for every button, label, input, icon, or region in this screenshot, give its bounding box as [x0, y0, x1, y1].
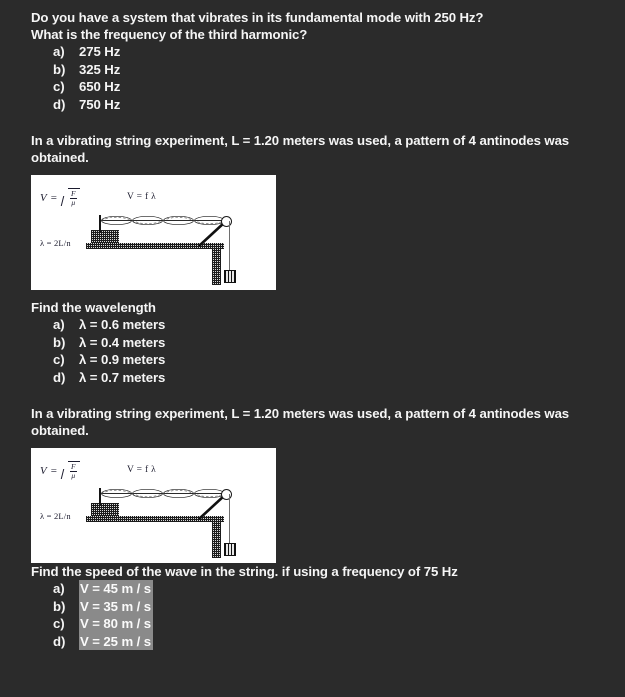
option-text: λ = 0.4 meters	[79, 334, 166, 350]
question-2-prompt-line-1: In a vibrating string experiment, L = 1.…	[31, 133, 570, 148]
option-marker: d)	[53, 96, 66, 112]
option-marker: b)	[53, 61, 66, 77]
option-marker: c)	[53, 79, 65, 94]
option-text: V = 45 m / s	[79, 580, 154, 598]
question-1-prompt-line-1: Do you have a system that vibrates in it…	[31, 10, 484, 25]
formula-v-equals-f-lambda: V = f λ	[127, 192, 157, 202]
option-text: 325 Hz	[79, 61, 121, 77]
square-root-icon: F μ	[61, 188, 80, 207]
formula-v-symbol: V	[40, 464, 47, 477]
question-3-option-d[interactable]: d) V = 25 m / s	[31, 632, 599, 650]
document-content: Do you have a system that vibrates in it…	[31, 9, 599, 650]
option-text: λ = 0.7 meters	[79, 369, 166, 385]
figure-vibrating-string-1: V = F μ V = f λ λ = 2L/n	[31, 175, 276, 290]
option-text: λ = 0.9 meters	[79, 352, 166, 367]
formula-v-symbol: V	[40, 191, 47, 204]
option-text: 750 Hz	[79, 96, 121, 112]
option-text: V = 35 m / s	[79, 597, 154, 615]
option-text: 275 Hz	[79, 44, 121, 59]
hanging-weight	[224, 543, 236, 556]
document-page: Do you have a system that vibrates in it…	[0, 0, 625, 697]
square-root-icon: F μ	[61, 461, 80, 480]
question-3-prompt-line-2: obtained.	[31, 423, 89, 438]
table-leg	[212, 247, 221, 285]
apparatus-drawing	[86, 486, 271, 560]
option-text: λ = 0.6 meters	[79, 317, 166, 332]
question-3-prompt-line-1: In a vibrating string experiment, L = 1.…	[31, 406, 570, 421]
formula-lambda-2l-over-n: λ = 2L/n	[40, 238, 71, 248]
option-marker: c)	[53, 352, 65, 367]
question-2-options: a) λ = 0.6 meters b) λ = 0.4 meters c) λ…	[31, 316, 599, 386]
option-marker: a)	[53, 317, 65, 332]
question-3-option-c[interactable]: c) V = 80 m / s	[31, 615, 599, 633]
hanging-string	[229, 221, 230, 271]
fraction-denominator: μ	[71, 471, 76, 480]
option-text: V = 25 m / s	[79, 632, 154, 650]
radical-tick	[61, 461, 68, 480]
question-1-option-a[interactable]: a) 275 Hz	[31, 43, 599, 61]
question-block-1: Do you have a system that vibrates in it…	[31, 9, 599, 113]
formula-equals-sign: =	[50, 464, 57, 477]
question-1-prompt-line-2: What is the frequency of the third harmo…	[31, 27, 308, 42]
table-leg	[212, 520, 221, 558]
formula-wave-speed-tension: V = F μ	[40, 188, 80, 207]
hanging-weight	[224, 270, 236, 283]
option-marker: a)	[53, 581, 65, 596]
question-1-options: a) 275 Hz b) 325 Hz c) 650 Hz d) 750 Hz	[31, 43, 599, 113]
question-2-option-b[interactable]: b) λ = 0.4 meters	[31, 334, 599, 352]
figure-vibrating-string-2: V = F μ V = f λ λ = 2L/n	[31, 448, 276, 563]
question-block-3: In a vibrating string experiment, L = 1.…	[31, 405, 599, 650]
fraction: F μ	[67, 461, 80, 480]
option-marker: c)	[53, 616, 65, 631]
option-text: 650 Hz	[79, 79, 121, 94]
option-marker: b)	[53, 598, 66, 614]
option-marker: d)	[53, 369, 66, 385]
option-marker: d)	[53, 633, 66, 649]
vibrator-block	[91, 503, 119, 516]
formula-lambda-2l-over-n: λ = 2L/n	[40, 511, 71, 521]
question-2-prompt-line-2: obtained.	[31, 150, 89, 165]
question-3-options: a) V = 45 m / s b) V = 35 m / s c) V = 8…	[31, 580, 599, 650]
question-3-option-a[interactable]: a) V = 45 m / s	[31, 580, 599, 598]
apparatus-drawing	[86, 213, 271, 287]
pulley	[221, 489, 232, 500]
option-marker: a)	[53, 44, 65, 59]
question-3-instruction: Find the speed of the wave in the string…	[31, 564, 458, 579]
question-3-option-b[interactable]: b) V = 35 m / s	[31, 597, 599, 615]
question-block-2: In a vibrating string experiment, L = 1.…	[31, 132, 599, 386]
fraction-denominator: μ	[71, 198, 76, 207]
vibrator-block	[91, 230, 119, 243]
fraction: F μ	[67, 188, 80, 207]
formula-v-equals-f-lambda: V = f λ	[127, 465, 157, 475]
option-marker: b)	[53, 334, 66, 350]
question-2-option-a[interactable]: a) λ = 0.6 meters	[31, 316, 599, 334]
question-1-option-b[interactable]: b) 325 Hz	[31, 61, 599, 79]
formula-equals-sign: =	[50, 191, 57, 204]
formula-wave-speed-tension: V = F μ	[40, 461, 80, 480]
hanging-string	[229, 494, 230, 544]
radical-tick	[61, 188, 68, 207]
question-2-option-d[interactable]: d) λ = 0.7 meters	[31, 369, 599, 387]
question-2-instruction: Find the wavelength	[31, 300, 156, 315]
option-text: V = 80 m / s	[79, 615, 154, 633]
question-1-option-d[interactable]: d) 750 Hz	[31, 96, 599, 114]
pulley	[221, 216, 232, 227]
question-2-option-c[interactable]: c) λ = 0.9 meters	[31, 351, 599, 369]
question-1-option-c[interactable]: c) 650 Hz	[31, 78, 599, 96]
